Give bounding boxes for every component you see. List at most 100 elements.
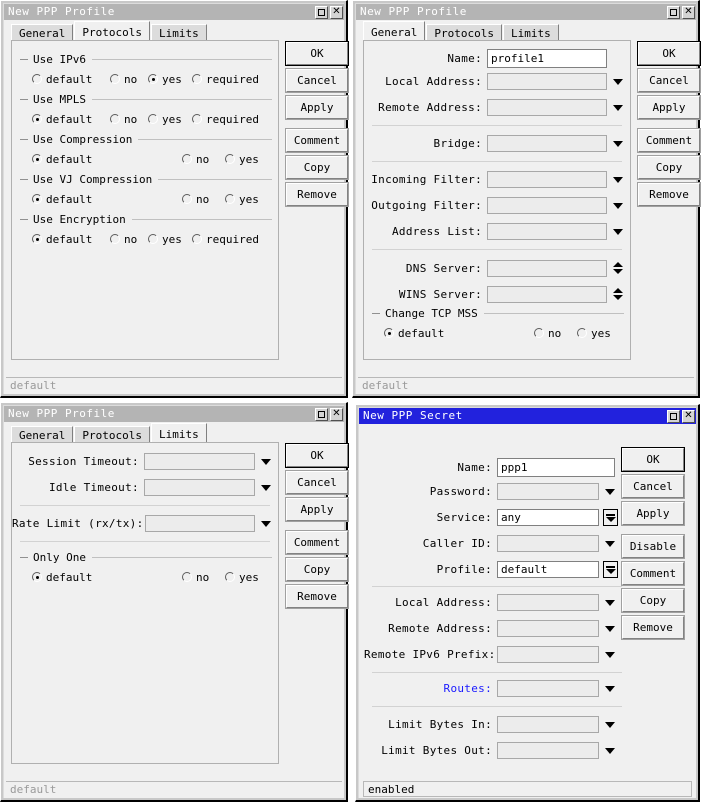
radio-encryption-required[interactable]: required	[192, 233, 259, 246]
name-input[interactable]: ppp1	[497, 458, 615, 477]
apply-button[interactable]: Apply	[637, 95, 701, 120]
chevron-down-icon[interactable]	[259, 515, 272, 532]
cancel-button[interactable]: Cancel	[285, 470, 349, 495]
spinner-up-down-icon[interactable]	[611, 259, 624, 277]
ok-button[interactable]: OK	[285, 443, 349, 468]
tab-protocols[interactable]: Protocols	[74, 426, 150, 442]
chevron-down-icon[interactable]	[259, 453, 272, 470]
copy-button[interactable]: Copy	[285, 557, 349, 582]
comment-button[interactable]: Comment	[285, 530, 349, 555]
comment-button[interactable]: Comment	[637, 128, 701, 153]
idle-timeout-input[interactable]	[143, 479, 256, 496]
radio-tcpmss-no[interactable]: no	[534, 327, 561, 340]
service-input[interactable]: any	[497, 509, 599, 526]
cancel-button[interactable]: Cancel	[285, 68, 349, 93]
chevron-down-icon[interactable]	[611, 99, 624, 116]
chevron-down-icon[interactable]	[603, 680, 616, 697]
radio-compression-yes[interactable]: yes	[225, 153, 259, 166]
chevron-down-icon[interactable]	[603, 594, 616, 611]
tab-limits[interactable]: Limits	[150, 24, 207, 40]
ok-button[interactable]: OK	[637, 41, 701, 66]
chevron-down-icon[interactable]	[259, 479, 272, 496]
radio-mpls-default[interactable]: default	[32, 113, 92, 126]
apply-button[interactable]: Apply	[285, 497, 349, 522]
copy-button[interactable]: Copy	[637, 155, 701, 180]
incoming-filter-input[interactable]	[487, 171, 607, 188]
ok-button[interactable]: OK	[285, 41, 349, 66]
outgoing-filter-input[interactable]	[487, 197, 607, 214]
tab-protocols[interactable]: Protocols	[426, 24, 502, 40]
chevron-down-icon[interactable]	[603, 716, 616, 733]
radio-mpls-required[interactable]: required	[192, 113, 259, 126]
chevron-down-icon[interactable]	[603, 742, 616, 759]
radio-ipv6-required[interactable]: required	[192, 73, 259, 86]
tab-general[interactable]: General	[363, 21, 426, 40]
close-icon[interactable]: ✕	[682, 409, 695, 423]
cancel-button[interactable]: Cancel	[637, 68, 701, 93]
chevron-down-icon[interactable]	[603, 535, 616, 552]
chevron-down-icon[interactable]	[603, 483, 616, 500]
window-ppp-profile-protocols[interactable]: New PPP Profile ✕ General Protocols Limi…	[0, 0, 349, 398]
limit-bytes-out-input[interactable]	[497, 742, 599, 759]
radio-ipv6-default[interactable]: default	[32, 73, 92, 86]
cancel-button[interactable]: Cancel	[621, 474, 685, 499]
tab-limits[interactable]: Limits	[150, 423, 207, 442]
close-icon[interactable]: ✕	[682, 5, 695, 19]
chevron-down-icon[interactable]	[603, 646, 616, 663]
titlebar[interactable]: New PPP Profile ✕	[4, 4, 344, 20]
caller-id-input[interactable]	[497, 535, 599, 552]
radio-encryption-default[interactable]: default	[32, 233, 92, 246]
titlebar[interactable]: New PPP Profile ✕	[4, 406, 344, 422]
chevron-down-icon[interactable]	[611, 171, 624, 188]
radio-onlyone-yes[interactable]: yes	[225, 571, 259, 584]
radio-vj-yes[interactable]: yes	[225, 193, 259, 206]
dropdown-button-icon[interactable]	[603, 509, 618, 526]
radio-compression-default[interactable]: default	[32, 153, 92, 166]
close-icon[interactable]: ✕	[330, 407, 343, 421]
radio-mpls-yes[interactable]: yes	[148, 113, 182, 126]
radio-ipv6-no[interactable]: no	[110, 73, 137, 86]
tab-limits[interactable]: Limits	[502, 24, 559, 40]
dropdown-button-icon[interactable]	[603, 561, 618, 578]
radio-onlyone-no[interactable]: no	[182, 571, 209, 584]
field-label-routes-link[interactable]: Routes:	[364, 682, 492, 695]
profile-input[interactable]: default	[497, 561, 599, 578]
dns-server-input[interactable]	[487, 259, 607, 277]
comment-button[interactable]: Comment	[285, 128, 349, 153]
radio-encryption-yes[interactable]: yes	[148, 233, 182, 246]
limit-bytes-in-input[interactable]	[497, 716, 599, 733]
window-ppp-profile-general[interactable]: New PPP Profile ✕ General Protocols Limi…	[352, 0, 701, 398]
rate-limit-input[interactable]	[145, 515, 256, 532]
routes-input[interactable]	[497, 680, 599, 697]
chevron-down-icon[interactable]	[611, 135, 624, 152]
chevron-down-icon[interactable]	[611, 223, 624, 240]
disable-button[interactable]: Disable	[621, 534, 685, 559]
remote-ipv6-prefix-input[interactable]	[497, 646, 599, 663]
tab-general[interactable]: General	[11, 426, 74, 442]
apply-button[interactable]: Apply	[285, 95, 349, 120]
maximize-icon[interactable]	[667, 5, 680, 19]
maximize-icon[interactable]	[315, 5, 328, 19]
bridge-input[interactable]	[487, 135, 607, 152]
local-address-input[interactable]	[497, 594, 599, 611]
chevron-down-icon[interactable]	[611, 73, 624, 90]
radio-vj-no[interactable]: no	[182, 193, 209, 206]
titlebar[interactable]: New PPP Secret ✕	[359, 408, 696, 424]
tab-protocols[interactable]: Protocols	[74, 21, 150, 40]
remove-button[interactable]: Remove	[285, 584, 349, 609]
remove-button[interactable]: Remove	[285, 182, 349, 207]
maximize-icon[interactable]	[667, 409, 680, 423]
window-ppp-profile-limits[interactable]: New PPP Profile ✕ General Protocols Limi…	[0, 402, 349, 802]
local-address-input[interactable]	[487, 73, 607, 90]
radio-ipv6-yes[interactable]: yes	[148, 73, 182, 86]
remote-address-input[interactable]	[487, 99, 607, 116]
remove-button[interactable]: Remove	[621, 615, 685, 640]
chevron-down-icon[interactable]	[611, 197, 624, 214]
name-input[interactable]: profile1	[487, 49, 607, 68]
radio-compression-no[interactable]: no	[182, 153, 209, 166]
radio-mpls-no[interactable]: no	[110, 113, 137, 126]
ok-button[interactable]: OK	[621, 447, 685, 472]
session-timeout-input[interactable]	[143, 453, 256, 470]
radio-onlyone-default[interactable]: default	[32, 571, 92, 584]
remote-address-input[interactable]	[497, 620, 599, 637]
